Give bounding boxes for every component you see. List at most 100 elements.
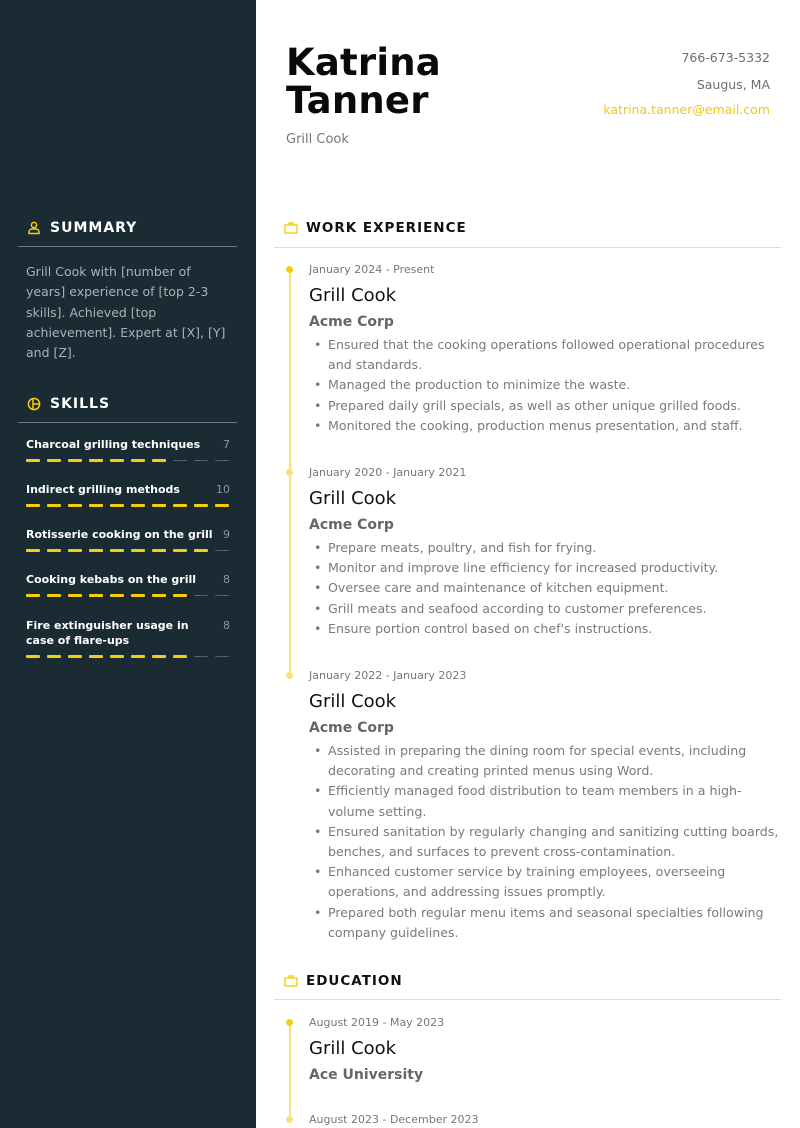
pie-chart-icon — [26, 396, 42, 412]
bullet: Efficiently managed food distribution to… — [309, 781, 779, 821]
entry-date: August 2023 - December 2023 — [309, 1113, 479, 1126]
skill-segment-filled — [47, 549, 61, 552]
skill-segment-filled — [131, 504, 145, 507]
job-role: Grill Cook — [286, 132, 349, 147]
bullet: Monitored the cooking, production menus … — [309, 416, 779, 436]
entry-bullets: Assisted in preparing the dining room fo… — [309, 741, 779, 943]
skill-segment-filled — [131, 549, 145, 552]
education-divider — [274, 999, 781, 1000]
skill-row: Cooking kebabs on the grill 8 — [26, 572, 230, 587]
skill-segment-empty — [194, 460, 208, 461]
entry-bullets: Ensured that the cooking operations foll… — [309, 335, 779, 436]
skill-segment-filled — [173, 655, 187, 658]
skill-segment-filled — [26, 655, 40, 658]
skill-segment-filled — [89, 594, 103, 597]
skill-segment-filled — [131, 655, 145, 658]
skill-segment-filled — [26, 594, 40, 597]
skill-segment-empty — [194, 595, 208, 596]
first-name: Katrina — [286, 41, 441, 84]
entry-date: January 2020 - January 2021 — [309, 466, 467, 479]
bullet: Grill meats and seafood according to cus… — [309, 599, 779, 619]
skill-segment-empty — [215, 595, 229, 596]
entry-org: Acme Corp — [309, 517, 394, 533]
skill-row: Charcoal grilling techniques 7 — [26, 437, 230, 452]
timeline-dot — [286, 672, 293, 679]
skill-level-bar — [26, 459, 230, 462]
skill-level-bar — [26, 655, 230, 658]
entry-title: Grill Cook — [309, 285, 397, 306]
skill-name: Indirect grilling methods — [26, 483, 180, 496]
last-name: Tanner — [286, 79, 429, 122]
education-timeline — [289, 1025, 291, 1120]
skill-segment-filled — [47, 594, 61, 597]
skill-segment-empty — [215, 656, 229, 657]
bullet: Enhanced customer service by training em… — [309, 862, 779, 902]
summary-title: SUMMARY — [50, 220, 138, 236]
phone: 766-673-5332 — [681, 50, 770, 65]
skill-segment-filled — [152, 594, 166, 597]
work-experience-header: WORK EXPERIENCE — [284, 220, 467, 236]
skill-segment-filled — [152, 459, 166, 462]
bullet: Monitor and improve line efficiency for … — [309, 558, 779, 578]
skill-level-bar — [26, 549, 230, 552]
timeline-dot — [286, 1019, 293, 1026]
skill-segment-empty — [215, 550, 229, 551]
skill-segment-filled — [26, 459, 40, 462]
timeline-dot — [286, 1116, 293, 1123]
bullet: Ensure portion control based on chef's i… — [309, 619, 779, 639]
skill-segment-filled — [68, 594, 82, 597]
skill-value: 7 — [223, 438, 230, 451]
skill-segment-empty — [215, 460, 229, 461]
entry-bullets: Prepare meats, poultry, and fish for fry… — [309, 538, 779, 639]
entry-date: January 2024 - Present — [309, 263, 435, 276]
skill-segment-filled — [152, 655, 166, 658]
bullet: Prepared both regular menu items and sea… — [309, 903, 779, 943]
skill-row: Fire extinguisher usage in case of flare… — [26, 618, 230, 648]
skills-section: SKILLS Charcoal grilling techniques 7 Indi… — [18, 392, 237, 658]
entry-date: January 2022 - January 2023 — [309, 669, 467, 682]
skills-title: SKILLS — [50, 396, 111, 412]
skill-value: 8 — [223, 619, 230, 632]
skill-segment-filled — [68, 655, 82, 658]
entry-title: Grill Cook — [309, 1038, 397, 1059]
timeline-dot — [286, 469, 293, 476]
skill-value: 9 — [223, 528, 230, 541]
skill-segment-filled — [131, 594, 145, 597]
summary-text: Grill Cook with [number of years] experi… — [26, 264, 226, 361]
skill-item: Charcoal grilling techniques 7 — [26, 437, 230, 462]
skill-segment-filled — [194, 504, 208, 507]
work-divider — [274, 247, 781, 248]
summary-divider — [18, 246, 237, 247]
skill-segment-filled — [110, 549, 124, 552]
briefcase-icon — [284, 975, 298, 987]
skill-level-bar — [26, 504, 230, 507]
skill-item: Cooking kebabs on the grill 8 — [26, 572, 230, 597]
skills-header: SKILLS — [26, 392, 237, 416]
skill-segment-filled — [152, 549, 166, 552]
skill-name: Fire extinguisher usage in case of flare… — [26, 619, 189, 647]
skill-level-bar — [26, 594, 230, 597]
skill-segment-filled — [173, 549, 187, 552]
skill-segment-filled — [89, 459, 103, 462]
skill-item: Rotisserie cooking on the grill 9 — [26, 527, 230, 552]
bullet: Ensured sanitation by regularly changing… — [309, 822, 779, 862]
skill-segment-empty — [173, 460, 187, 461]
email-link[interactable]: katrina.tanner@email.com — [603, 102, 770, 117]
work-entry: January 2024 - Present Grill Cook Acme C… — [309, 263, 779, 436]
education-entry: August 2019 - May 2023 Grill Cook Ace Un… — [309, 1016, 779, 1084]
skill-row: Rotisserie cooking on the grill 9 — [26, 527, 230, 542]
bullet: Prepare meats, poultry, and fish for fry… — [309, 538, 779, 558]
education-header: EDUCATION — [284, 973, 403, 989]
bullet: Prepared daily grill specials, as well a… — [309, 396, 779, 416]
education-title: EDUCATION — [306, 973, 403, 989]
skill-segment-filled — [68, 504, 82, 507]
skill-segment-filled — [68, 459, 82, 462]
timeline-dot — [286, 266, 293, 273]
skill-value: 10 — [216, 483, 230, 496]
skill-segment-filled — [26, 549, 40, 552]
bullet: Managed the production to minimize the w… — [309, 375, 779, 395]
summary-header: SUMMARY — [26, 216, 237, 240]
skill-segment-filled — [173, 594, 187, 597]
candidate-name: Katrina Tanner — [286, 44, 441, 120]
briefcase-icon — [284, 222, 298, 234]
